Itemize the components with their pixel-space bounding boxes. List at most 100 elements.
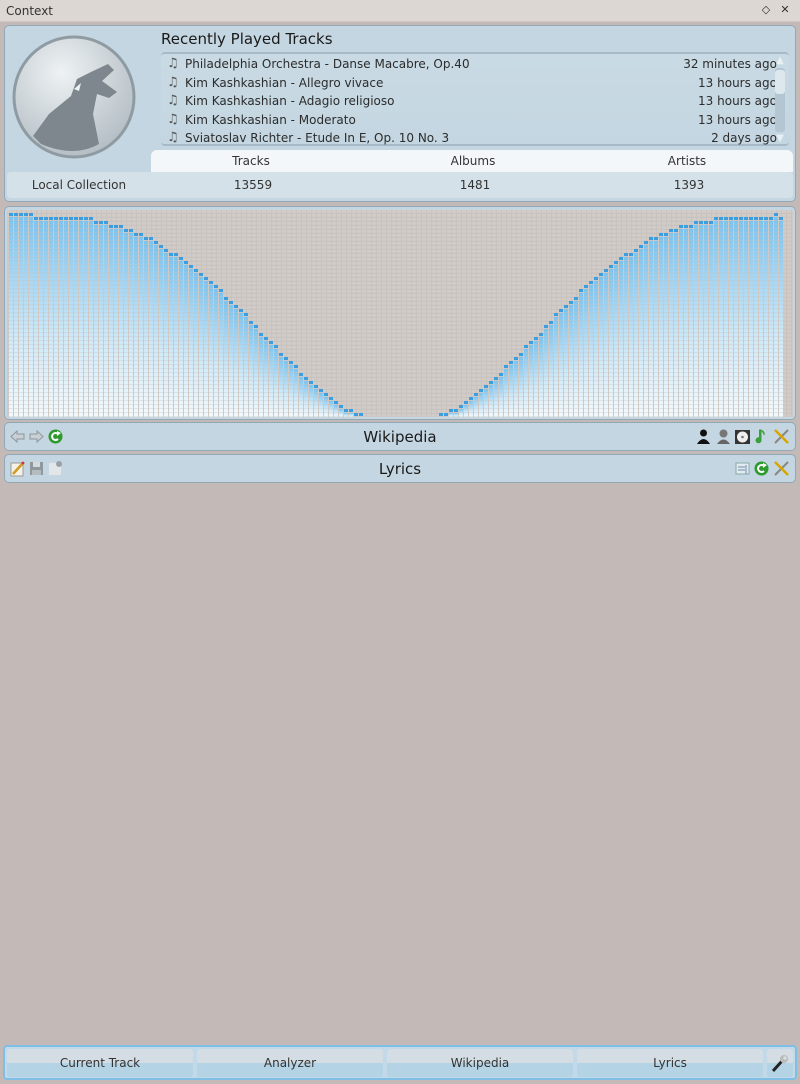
analyzer-bar-peak <box>709 221 713 224</box>
analyzer-bar <box>299 373 303 417</box>
analyzer-bar <box>709 221 713 417</box>
analyzer-bar-peak <box>109 225 113 228</box>
track-name: Philadelphia Orchestra - Danse Macabre, … <box>185 57 470 71</box>
tracklist-scrollbar[interactable]: ▲ ▼ <box>773 56 787 144</box>
track-icon[interactable] <box>753 428 770 445</box>
tab-lyrics[interactable]: Lyrics <box>577 1049 763 1077</box>
analyzer-row-gap <box>7 416 793 417</box>
analyzer-row-gap <box>7 368 793 369</box>
scroll-down-arrow-icon[interactable]: ▼ <box>774 134 786 144</box>
analyzer-row-gap <box>7 288 793 289</box>
analyzer-bar-peak <box>294 365 298 368</box>
analyzer-bar-peak <box>84 217 88 220</box>
analyzer-row-gap <box>7 308 793 309</box>
analyzer-bar-peak <box>499 373 503 376</box>
analyzer-bar-peak <box>659 233 663 236</box>
analyzer-bar-peak <box>69 217 73 220</box>
analyzer-row-gap <box>7 248 793 249</box>
analyzer-bar-peak <box>319 389 323 392</box>
track-row[interactable]: ♫ Philadelphia Orchestra - Danse Macabre… <box>167 56 777 74</box>
track-played-time: 13 hours ago <box>698 113 777 127</box>
analyzer-row-gap <box>7 332 793 333</box>
analyzer-bar-peak <box>219 289 223 292</box>
analyzer-bar-peak <box>314 385 318 388</box>
configure-applets-button[interactable] <box>767 1049 793 1077</box>
analyzer-row-gap <box>7 240 793 241</box>
track-row[interactable]: ♫ Kim Kashkashian - Adagio religioso 13 … <box>167 93 777 111</box>
analyzer-bar-peak <box>114 225 118 228</box>
analyzer-bar-peak <box>609 265 613 268</box>
track-row[interactable]: ♫ Kim Kashkashian - Moderato 13 hours ag… <box>167 112 777 130</box>
analyzer-bar-peak <box>594 277 598 280</box>
analyzer-row-gap <box>7 276 793 277</box>
analyzer-bar <box>459 405 463 417</box>
scroll-up-arrow-icon[interactable]: ▲ <box>774 56 786 66</box>
artist-icon[interactable] <box>695 428 712 445</box>
analyzer-bar <box>569 301 573 417</box>
analyzer-bar <box>359 413 363 416</box>
analyzer-bar-peak <box>254 325 258 328</box>
scrollbar-thumb[interactable] <box>775 70 785 94</box>
analyzer-bar <box>699 221 703 417</box>
analyzer-bar-peak <box>519 353 523 356</box>
track-name: Kim Kashkashian - Adagio religioso <box>185 94 395 108</box>
analyzer-bar-peak <box>474 393 478 396</box>
analyzer-bar-peak <box>199 273 203 276</box>
analyzer-bar-peak <box>229 301 233 304</box>
analyzer-bar-peak <box>119 225 123 228</box>
scrollbar-track[interactable] <box>775 68 785 132</box>
composer-icon[interactable] <box>715 428 732 445</box>
track-row[interactable]: ♫ Kim Kashkashian - Allegro vivace 13 ho… <box>167 75 777 93</box>
analyzer-bar-peak <box>274 345 278 348</box>
settings-icon[interactable] <box>773 428 790 445</box>
analyzer-bar <box>444 413 448 416</box>
analyzer-bar-peak <box>484 385 488 388</box>
tab-analyzer[interactable]: Analyzer <box>197 1049 383 1077</box>
track-name: Sviatoslav Richter - Etude In E, Op. 10 … <box>185 131 450 145</box>
tab-current-track[interactable]: Current Track <box>7 1049 193 1077</box>
analyzer-bar-peak <box>104 221 108 224</box>
album-icon[interactable] <box>734 428 751 445</box>
scroll-icon[interactable] <box>734 460 751 477</box>
analyzer-row-gap <box>7 344 793 345</box>
analyzer-row-gap <box>7 412 793 413</box>
analyzer-bar <box>24 213 28 417</box>
analyzer-bar-peak <box>449 409 453 412</box>
analyzer-bar-peak <box>339 405 343 408</box>
music-note-icon: ♫ <box>167 75 179 90</box>
float-button[interactable]: ◇ <box>759 3 773 17</box>
music-note-icon: ♫ <box>167 130 179 145</box>
analyzer-bar-peak <box>244 313 248 316</box>
reload-icon[interactable] <box>753 460 770 477</box>
tab-wikipedia[interactable]: Wikipedia <box>387 1049 573 1077</box>
wrench-icon <box>771 1055 788 1073</box>
close-button[interactable]: ✕ <box>778 3 792 17</box>
analyzer-row-gap <box>7 312 793 313</box>
analyzer-bar-peak <box>234 305 238 308</box>
analyzer-row-gap <box>7 320 793 321</box>
analyzer-row-gap <box>7 224 793 225</box>
analyzer-bar-peak <box>39 217 43 220</box>
analyzer-row-gap <box>7 292 793 293</box>
analyzer-bar-peak <box>139 233 143 236</box>
analyzer-bar-peak <box>89 217 93 220</box>
analyzer-bar-peak <box>494 377 498 380</box>
track-row[interactable]: ♫ Sviatoslav Richter - Etude In E, Op. 1… <box>167 130 777 148</box>
analyzer-bar-peak <box>584 285 588 288</box>
analyzer-bar-peak <box>64 217 68 220</box>
analyzer-bar-peak <box>654 237 658 240</box>
analyzer-bar-peak <box>544 325 548 328</box>
analyzer-bar-peak <box>774 213 778 216</box>
analyzer-bar <box>229 301 233 417</box>
analyzer-bar-peak <box>624 253 628 256</box>
analyzer-row-gap <box>7 336 793 337</box>
settings-icon[interactable] <box>773 460 790 477</box>
music-note-icon: ♫ <box>167 56 179 71</box>
analyzer-bar <box>439 413 443 416</box>
analyzer-bar-peak <box>444 413 448 416</box>
analyzer-row-gap <box>7 376 793 377</box>
analyzer-bar-peak <box>279 353 283 356</box>
stats-header-tracks: Tracks <box>232 154 270 168</box>
stats-header-artists: Artists <box>667 154 707 168</box>
analyzer-row-gap <box>7 232 793 233</box>
